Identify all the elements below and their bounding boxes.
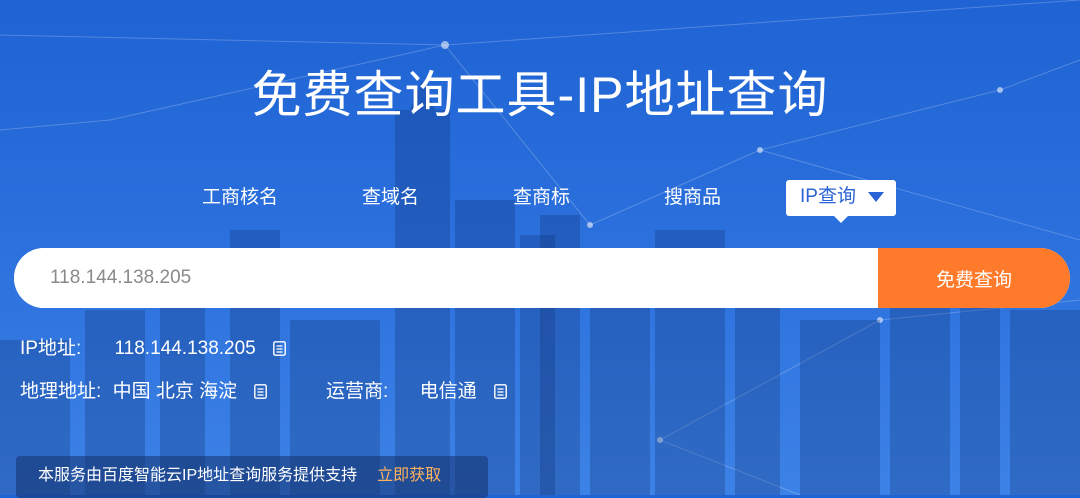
isp-result-row: 运营商: 电信通 — [326, 376, 507, 403]
ip-label: IP地址: — [20, 338, 82, 359]
copy-icon[interactable] — [273, 341, 286, 356]
ip-search-input[interactable] — [14, 248, 878, 308]
copy-icon[interactable] — [493, 384, 507, 399]
geo-label: 地理地址: — [20, 381, 102, 402]
isp-label: 运营商: — [326, 381, 389, 402]
caret-down-icon — [867, 191, 884, 202]
tab-product-search[interactable]: 搜商品 — [664, 180, 721, 216]
free-query-button[interactable]: 免费查询 — [878, 248, 1070, 308]
active-tab-pointer — [833, 216, 848, 223]
get-now-link[interactable]: 立即获取 — [377, 467, 441, 484]
search-type-tabs: 工商核名 查域名 查商标 搜商品 IP查询 — [0, 180, 1080, 223]
isp-value: 电信通 — [419, 381, 477, 402]
service-notice-bar: 本服务由百度智能云IP地址查询服务提供支持 立即获取 — [16, 456, 488, 498]
ip-value: 118.144.138.205 — [114, 338, 256, 359]
geo-result-row: 地理地址: 中国 北京 海淀 — [20, 376, 268, 403]
search-bar: 免费查询 — [14, 248, 1070, 308]
page-title: 免费查询工具-IP地址查询 — [251, 67, 829, 123]
copy-icon[interactable] — [254, 384, 268, 399]
service-notice-text: 本服务由百度智能云IP地址查询服务提供支持 — [38, 467, 358, 484]
geo-value: 中国 北京 海淀 — [112, 381, 238, 402]
main-content: 免费查询工具-IP地址查询 工商核名 查域名 查商标 搜商品 IP查询 免费查询… — [0, 0, 1080, 498]
tab-ip-lookup[interactable]: IP查询 — [786, 180, 896, 223]
tab-ip-lookup-label: IP查询 — [800, 186, 856, 207]
tab-trademark-lookup[interactable]: 查商标 — [513, 180, 570, 216]
tab-domain-lookup[interactable]: 查域名 — [362, 180, 419, 216]
ip-result-row: IP地址: 118.144.138.205 — [20, 333, 286, 360]
tab-company-name-check[interactable]: 工商核名 — [202, 180, 278, 216]
